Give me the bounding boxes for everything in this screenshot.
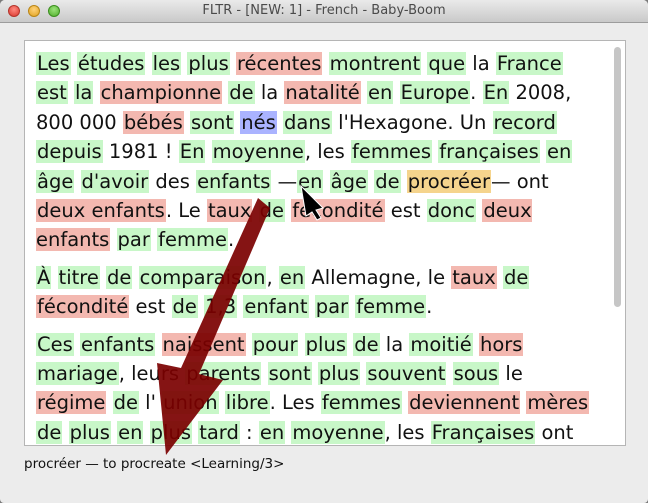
term[interactable]: Les	[36, 52, 71, 75]
term[interactable]: championne	[99, 81, 223, 105]
term[interactable]: en	[117, 420, 144, 444]
term[interactable]: Françaises	[430, 420, 536, 444]
term[interactable]: françaises	[438, 140, 540, 164]
term[interactable]: par	[314, 295, 350, 319]
term[interactable]: En	[482, 81, 510, 105]
term[interactable]: tard	[198, 420, 240, 444]
term[interactable]: deviennent	[408, 391, 521, 415]
term[interactable]: mères	[526, 391, 590, 415]
term[interactable]: de	[36, 420, 63, 444]
term[interactable]: enfants	[196, 169, 272, 193]
term[interactable]: nés	[240, 110, 277, 134]
paragraph: Ces enfants naissent pour plus de la moi…	[36, 330, 596, 445]
term[interactable]: 1,3	[204, 295, 238, 319]
term[interactable]: enfant	[243, 295, 309, 319]
term[interactable]: plus	[304, 332, 347, 356]
term[interactable]: sont	[189, 110, 235, 134]
term[interactable]: depuis	[36, 140, 103, 164]
paragraph: À titre de comparaison, en Allemagne, le…	[36, 265, 530, 319]
term[interactable]: montrent	[328, 52, 422, 75]
term[interactable]: en	[278, 265, 306, 289]
term[interactable]: âge	[36, 169, 75, 193]
term[interactable]: de	[353, 332, 380, 356]
reading-text: Les études les plus récentes montrent qu…	[36, 49, 596, 445]
term[interactable]: France	[495, 52, 563, 75]
term[interactable]: parents	[185, 362, 262, 386]
term[interactable]: par	[116, 228, 151, 252]
term[interactable]: plus	[149, 420, 192, 444]
term[interactable]: moyenne	[211, 140, 305, 164]
term[interactable]: hors	[478, 332, 524, 356]
term[interactable]: femmes	[351, 140, 433, 164]
term[interactable]: femmes	[320, 391, 402, 415]
term[interactable]: de	[171, 295, 198, 319]
window-title: FLTR - [NEW: 1] - French - Baby-Boom	[202, 3, 446, 18]
term[interactable]: d'avoir	[80, 169, 150, 193]
term[interactable]: dans	[283, 110, 332, 134]
term[interactable]: femme	[355, 295, 427, 319]
term[interactable]: de	[112, 391, 139, 415]
term[interactable]: natalité	[284, 81, 361, 105]
term[interactable]: âge	[329, 169, 368, 193]
term[interactable]: récentes	[235, 52, 323, 75]
term[interactable]: bébés	[122, 110, 184, 134]
term[interactable]: taux	[206, 199, 253, 223]
term[interactable]: plus	[68, 420, 111, 444]
term[interactable]: en	[546, 140, 573, 164]
term[interactable]: Europe	[399, 81, 471, 105]
status-bar: procréer — to procreate <Learning/3>	[24, 456, 285, 472]
term[interactable]: femme	[157, 228, 228, 252]
reading-pane[interactable]: Les études les plus récentes montrent qu…	[24, 40, 626, 446]
term[interactable]: de	[502, 265, 530, 289]
term[interactable]: naissent	[161, 332, 246, 356]
term[interactable]: la	[74, 81, 94, 105]
term[interactable]: union	[162, 391, 219, 415]
term[interactable]: de	[106, 265, 133, 289]
term[interactable]: de	[374, 169, 401, 193]
term[interactable]: enfants	[79, 332, 156, 356]
term[interactable]: est	[36, 81, 68, 105]
term[interactable]: moyenne	[291, 420, 385, 444]
term[interactable]: fécondité	[291, 199, 385, 223]
term[interactable]: les	[151, 52, 182, 75]
selected-term[interactable]: procréer	[406, 169, 491, 193]
term[interactable]: donc	[426, 199, 477, 223]
term[interactable]: sous	[452, 362, 500, 386]
term[interactable]: mariage	[36, 362, 119, 386]
title-bar: FLTR - [NEW: 1] - French - Baby-Boom	[0, 0, 648, 23]
term[interactable]: fécondité	[36, 295, 130, 319]
app-window: FLTR - [NEW: 1] - French - Baby-Boom Les…	[0, 0, 648, 503]
term[interactable]: sont	[267, 362, 312, 386]
term[interactable]: que	[427, 52, 467, 75]
term[interactable]: de	[228, 81, 255, 105]
term[interactable]: taux	[451, 265, 497, 289]
term[interactable]: plus	[317, 362, 361, 386]
vertical-scrollbar[interactable]	[614, 47, 621, 307]
term[interactable]: en	[297, 169, 324, 193]
paragraph: Les études les plus récentes montrent qu…	[36, 52, 573, 252]
term[interactable]: plus	[187, 52, 230, 75]
term[interactable]: libre	[224, 391, 270, 415]
term[interactable]: comparaison	[138, 265, 267, 289]
term[interactable]: À	[36, 265, 52, 289]
term[interactable]: En	[178, 140, 206, 164]
term[interactable]: deux enfants	[36, 199, 166, 223]
term[interactable]: régime	[36, 391, 107, 415]
term[interactable]: études	[76, 52, 146, 75]
term[interactable]: de	[258, 199, 286, 223]
term[interactable]: en	[258, 420, 286, 444]
term[interactable]: pour	[251, 332, 299, 356]
term[interactable]: en	[367, 81, 394, 105]
term[interactable]: moitié	[409, 332, 473, 356]
term[interactable]: titre	[57, 265, 100, 289]
term[interactable]: souvent	[366, 362, 447, 386]
term[interactable]: Ces	[36, 332, 74, 356]
term[interactable]: record	[492, 110, 557, 134]
